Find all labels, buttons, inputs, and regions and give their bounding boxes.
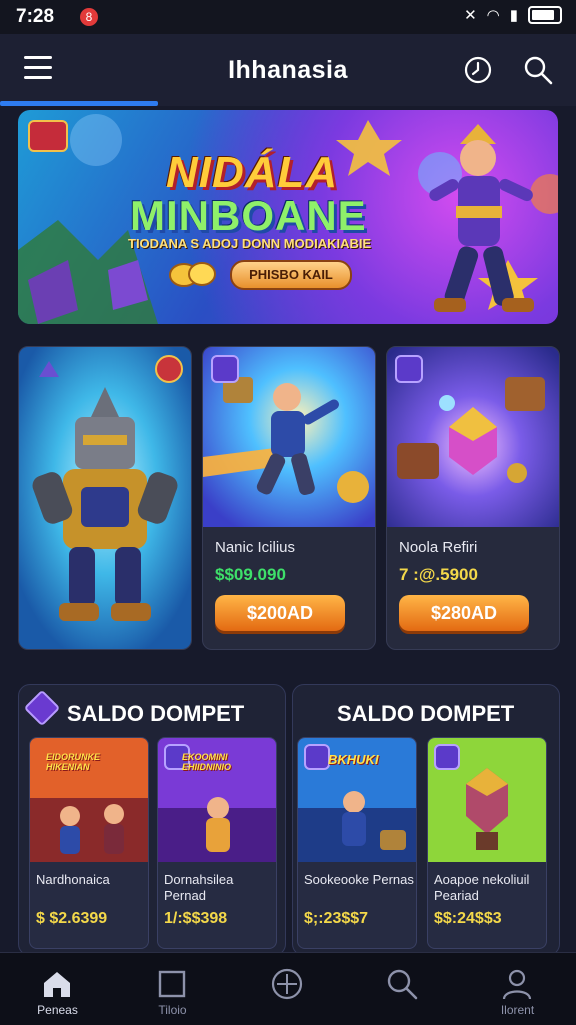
- character-art: [19, 347, 191, 649]
- item-name: Sookeooke Pernas: [304, 872, 414, 887]
- mute-icon: ✕: [464, 7, 477, 24]
- nav-home[interactable]: Peneas: [0, 953, 115, 1025]
- game-card-2[interactable]: Noola Refiri 7 :@.5900 $280AD: [386, 346, 560, 650]
- wallet-title: SALDO DOMPET: [337, 701, 515, 726]
- item-price: 7 :@.5900: [399, 565, 478, 584]
- buy-button[interactable]: $280AD: [399, 595, 529, 631]
- category-tag-icon: [304, 744, 330, 770]
- status-time: 7:28: [16, 6, 55, 27]
- hero-cta-button[interactable]: PHISBO KAIL: [230, 260, 352, 290]
- clock-icon[interactable]: [462, 54, 494, 86]
- shield-icon: [23, 689, 61, 727]
- nav-profile[interactable]: Ilorent: [460, 953, 575, 1025]
- app-header: Ihhanasia: [0, 34, 576, 106]
- item-name: Nanic Icilius: [215, 539, 296, 556]
- item-price: $$:24$$3: [434, 910, 502, 927]
- category-tag-icon: [434, 744, 460, 770]
- nav-label: Ilorent: [500, 1003, 535, 1017]
- profile-icon: [502, 969, 532, 1000]
- search-icon[interactable]: [522, 54, 554, 86]
- crosshair-icon: [271, 968, 303, 1000]
- status-icons: ✕ ◠ ▮: [464, 6, 562, 24]
- item-name: Aoapoe nekoliuil Peariad: [434, 872, 530, 903]
- square-icon: [158, 970, 186, 998]
- nav-item-4[interactable]: [345, 953, 460, 1025]
- nav-item-2[interactable]: Tiloio: [115, 953, 230, 1025]
- game-card-1[interactable]: Nanic Icilius $$09.090 $200AD: [202, 346, 376, 650]
- buy-button[interactable]: $200AD: [215, 595, 345, 631]
- hero-banner[interactable]: NIDÁLA MINBOANE TIODANA S ADOJ DONN MODI…: [18, 110, 558, 324]
- flag-icon: [28, 120, 68, 152]
- game-card-featured[interactable]: [18, 346, 192, 650]
- wallet-item[interactable]: BKHUKI Sookeooke Pernas $;:23$$7: [297, 737, 417, 949]
- wallet-item[interactable]: EKOOMINI EHIIDNINIO Dornahsilea Pernad 1…: [157, 737, 277, 949]
- item-price: $$09.090: [215, 565, 286, 584]
- wallet-title: SALDO DOMPET: [67, 701, 245, 726]
- item-banner: EKOOMINI EHIIDNINIO: [182, 752, 232, 772]
- wallet-panel-left: SALDO DOMPET EIDORUNKE HIKENIAN Nardhona…: [18, 684, 286, 956]
- wallet-item[interactable]: Aoapoe nekoliuil Peariad $$:24$$3: [427, 737, 547, 949]
- nav-label: Tiloio: [158, 1003, 187, 1017]
- search-icon: [387, 969, 418, 1000]
- tab-indicator: [0, 101, 158, 106]
- battery-icon: [528, 6, 562, 24]
- item-price: $;:23$$7: [304, 910, 369, 927]
- hero-title-line2: MINBOANE: [130, 192, 367, 239]
- bottom-navigation: Peneas Tiloio Ilorent: [0, 952, 576, 1025]
- hero-character-art: [418, 124, 558, 312]
- item-price: 1/:$$398: [164, 910, 228, 927]
- nav-label: Peneas: [37, 1003, 78, 1017]
- category-tag-icon: [211, 355, 239, 383]
- item-name: Noola Refiri: [399, 539, 478, 556]
- item-name: Dornahsilea Pernad: [164, 872, 234, 903]
- home-icon: [44, 972, 70, 997]
- wallet-item[interactable]: EIDORUNKE HIKENIAN Nardhonaica $ $2.6399: [29, 737, 149, 949]
- item-banner: BKHUKI: [328, 752, 379, 767]
- notification-badge: 8: [80, 8, 98, 26]
- wallet-panel-right: SALDO DOMPET BKHUKI Sookeooke Pernas $;:…: [292, 684, 560, 956]
- signal-icon: ▮: [509, 7, 518, 24]
- wifi-icon: ◠: [486, 7, 500, 24]
- category-tag-icon: [395, 355, 423, 383]
- hero-subtitle: TIODANA S ADOJ DONN MODIAKIABIE: [128, 236, 372, 251]
- item-name: Nardhonaica: [36, 872, 110, 887]
- hot-badge-icon: [155, 355, 183, 383]
- hero-title-line1: NIDÁLA: [166, 148, 339, 197]
- item-banner: EIDORUNKE HIKENIAN: [46, 752, 101, 772]
- item-price: $ $2.6399: [36, 910, 108, 927]
- coins-icon: [169, 262, 216, 287]
- nav-item-3[interactable]: [230, 953, 345, 1025]
- status-bar: 7:28 8 ✕ ◠ ▮: [0, 0, 576, 34]
